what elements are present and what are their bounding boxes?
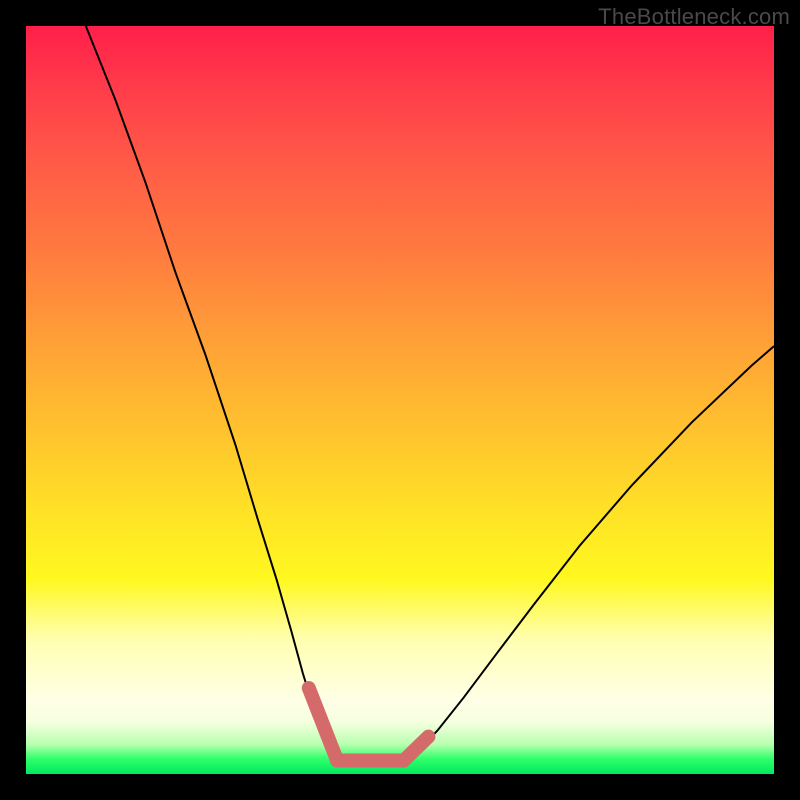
marker-right <box>404 737 429 761</box>
curve-left-branch <box>86 26 337 761</box>
marker-left <box>309 688 337 761</box>
curve-right-branch <box>404 346 774 760</box>
chart-overlay <box>26 26 774 774</box>
chart-frame: TheBottleneck.com <box>0 0 800 800</box>
